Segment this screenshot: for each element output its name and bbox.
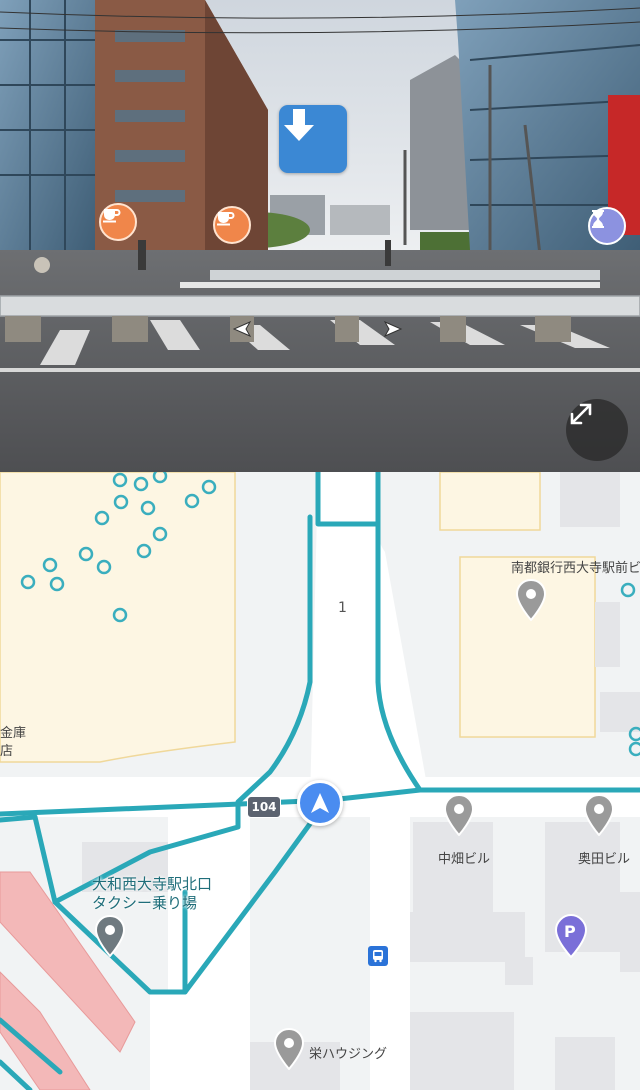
chevron-right-icon [383,320,403,338]
map-pin-icon[interactable] [516,579,546,621]
expand-button[interactable] [566,399,628,461]
current-location-marker[interactable] [297,780,343,826]
taxi-label-2[interactable]: タクシー乗り場 [92,892,197,913]
parking-label: P [564,922,576,941]
lot-number: 1 [338,600,347,616]
chevron-left-icon [232,320,252,338]
move-down-button[interactable] [279,105,347,173]
bank-left-label-2: 店 [0,744,14,759]
expand-icon [570,403,592,425]
map-pin-icon[interactable] [444,794,474,836]
place-marker[interactable] [588,207,626,245]
taxi-label-1[interactable]: 大和西大寺駅北口 [92,873,212,894]
bank-label[interactable]: 南都銀行西大寺駅前ビ [511,557,640,576]
bank-left-label-1: 金庫 [0,726,27,741]
arrow-down-icon [284,109,314,141]
bus-glyph [373,950,383,963]
map-panel[interactable]: 1 南都銀行西大寺駅前ビ 金庫 店 104 中畑ビル 奥田ビル 大和西大寺駅北口… [0,472,640,1090]
map-pin-icon[interactable] [274,1028,304,1070]
cafe-icon [103,209,121,223]
okuda-label[interactable]: 奥田ビル [578,848,630,867]
cafe-marker[interactable] [213,206,251,244]
sakae-label[interactable]: 栄ハウジング [309,1043,387,1062]
map-pin-icon[interactable] [584,794,614,836]
street-view-image [0,0,640,472]
cafe-icon [217,212,235,226]
cafe-marker[interactable] [99,203,137,241]
bus-stop-icon[interactable] [368,946,388,966]
street-view-panel[interactable] [0,0,640,472]
navigation-arrow-icon [311,793,329,813]
route-shield: 104 [247,796,281,818]
map-pin-icon[interactable] [95,915,125,957]
nakahata-label[interactable]: 中畑ビル [438,848,490,867]
hourglass-icon [592,210,604,228]
